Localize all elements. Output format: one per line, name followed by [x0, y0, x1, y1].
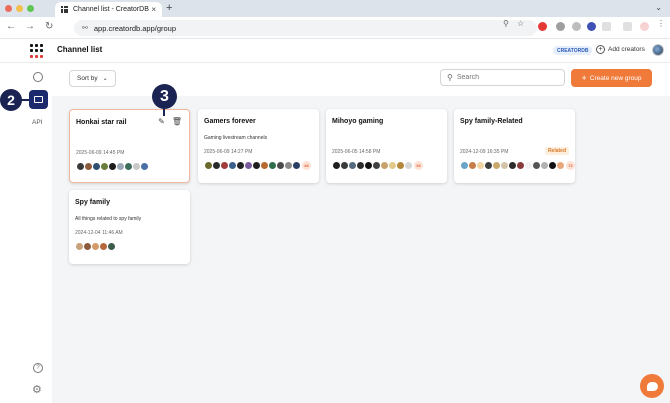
help-icon[interactable]: ?	[33, 363, 43, 373]
toolbar: Sort by ⌄ ⚲ + Create new group	[52, 63, 670, 96]
group-date: 2025-06-05 14:58 PM	[332, 149, 381, 155]
download-icon[interactable]	[623, 22, 632, 31]
plus-icon: +	[581, 73, 587, 83]
group-date: 2024-12-04 11:46 AM	[75, 230, 123, 236]
group-date: 2025-06-09 14:27 PM	[204, 149, 253, 155]
maximize-window-dot[interactable]	[27, 5, 34, 12]
card-actions: ✎ 🗑	[158, 117, 182, 126]
extension-red-icon[interactable]	[538, 22, 547, 31]
search-icon: ⚲	[447, 73, 453, 82]
creatordb-favicon-icon	[61, 6, 68, 13]
bookmark-star-icon[interactable]: ☆	[517, 19, 524, 28]
page-title: Channel list	[57, 45, 103, 54]
sort-by-label: Sort by	[77, 75, 98, 82]
delete-trash-icon[interactable]: 🗑	[172, 117, 182, 126]
add-creators-label: Add creators	[608, 46, 645, 53]
step-3-marker: 3	[152, 84, 177, 109]
extensions-puzzle-icon[interactable]	[602, 22, 611, 31]
folder-icon	[34, 96, 43, 103]
creator-avatar	[404, 161, 413, 170]
url-text: app.creatordb.app/group	[93, 23, 177, 33]
chat-bubble-icon	[646, 381, 658, 391]
chevron-down-icon: ⌄	[102, 76, 108, 82]
step-2-pointer	[20, 99, 29, 101]
step-3-pointer	[163, 108, 165, 116]
browser-tab-active[interactable]: Channel list - CreatorDB ×	[55, 2, 162, 17]
avatar-stack: 72	[460, 161, 575, 170]
group-title: Honkai star rail	[76, 119, 127, 126]
tab-close-icon[interactable]: ×	[151, 5, 156, 14]
more-count-badge: 26	[414, 161, 423, 170]
sidebar: API ? ⚙	[0, 63, 52, 403]
sort-by-dropdown[interactable]: Sort by ⌄	[69, 70, 116, 87]
sidebar-item-groups[interactable]	[29, 90, 48, 109]
new-tab-button[interactable]: +	[166, 2, 172, 14]
group-title: Spy family-Related	[460, 118, 523, 125]
url-field[interactable]: ⚯ app.creatordb.app/group	[74, 20, 537, 36]
main-content: Sort by ⌄ ⚲ + Create new group Honkai st…	[52, 63, 670, 403]
brand-badge: CREATORDB	[553, 46, 593, 55]
zoom-search-icon[interactable]: ⚲	[503, 19, 509, 28]
group-title: Mihoyo gaming	[332, 118, 384, 125]
support-chat-button[interactable]	[640, 374, 664, 398]
extension-chat-icon[interactable]	[556, 22, 565, 31]
site-settings-icon[interactable]: ⚯	[82, 24, 88, 32]
browser-address-bar: ← → ↻ ⚯ app.creatordb.app/group ⚲ ☆ ⋮	[0, 17, 670, 39]
group-description: Gaming livestream channels	[204, 135, 268, 141]
group-card-honkai-star-rail[interactable]: Honkai star rail ✎ 🗑 2025-06-09 14:45 PM	[69, 109, 190, 183]
profile-icon[interactable]	[640, 22, 649, 31]
more-count-badge: 72	[566, 161, 575, 170]
settings-gear-icon[interactable]: ⚙	[32, 383, 42, 396]
related-badge: Related	[544, 147, 569, 155]
browser-menu-icon[interactable]: ⋮	[657, 19, 665, 28]
browser-tab-bar: Channel list - CreatorDB × + ⌄	[0, 0, 670, 17]
creator-avatar	[556, 161, 565, 170]
forward-arrow-icon[interactable]: →	[25, 21, 35, 32]
group-card-spy-family-related[interactable]: Spy family-Related 2024-12-09 16:35 PM R…	[454, 109, 575, 183]
avatar-stack: 46	[204, 161, 311, 170]
avatar-stack	[75, 242, 116, 251]
more-count-badge: 46	[302, 161, 311, 170]
group-card-spy-family[interactable]: Spy family All things related to spy fam…	[69, 190, 190, 264]
group-title: Gamers forever	[204, 118, 256, 125]
back-arrow-icon[interactable]: ←	[6, 21, 16, 32]
minimize-window-dot[interactable]	[16, 5, 23, 12]
reload-icon[interactable]: ↻	[45, 21, 53, 32]
extension-badge-icon[interactable]	[587, 22, 596, 31]
group-date: 2025-06-09 14:45 PM	[76, 150, 125, 156]
search-input[interactable]	[456, 74, 552, 81]
group-title: Spy family	[75, 199, 111, 206]
step-2-marker: 2	[0, 89, 22, 111]
creator-avatar	[140, 162, 149, 171]
user-avatar[interactable]	[652, 44, 664, 56]
group-card-mihoyo-gaming[interactable]: Mihoyo gaming 2025-06-05 14:58 PM 26	[326, 109, 447, 183]
create-new-group-label: Create new group	[589, 74, 642, 82]
sidebar-item-api[interactable]: API	[32, 119, 42, 126]
avatar-stack	[76, 162, 149, 171]
extension-search-icon[interactable]	[572, 22, 581, 31]
edit-pencil-icon[interactable]: ✎	[158, 117, 165, 126]
tab-title: Channel list - CreatorDB	[73, 6, 149, 13]
creator-avatar	[107, 242, 116, 251]
app-header: Channel list CREATORDB + Add creators	[0, 39, 670, 63]
group-card-gamers-forever[interactable]: Gamers forever Gaming livestream channel…	[198, 109, 319, 183]
create-new-group-button[interactable]: + Create new group	[571, 69, 652, 87]
close-window-dot[interactable]	[5, 5, 12, 12]
search-box[interactable]: ⚲	[440, 69, 565, 86]
plus-circle-icon: +	[596, 45, 605, 54]
add-creators-button[interactable]: + Add creators	[596, 45, 645, 54]
tab-list-chevron-icon[interactable]: ⌄	[655, 3, 662, 12]
creatordb-logo-icon[interactable]	[30, 44, 44, 58]
group-date: 2024-12-09 16:35 PM	[460, 149, 509, 155]
globe-icon[interactable]	[33, 72, 43, 82]
avatar-stack: 26	[332, 161, 423, 170]
creator-avatar	[292, 161, 301, 170]
group-description: All things related to spy family	[75, 216, 142, 222]
